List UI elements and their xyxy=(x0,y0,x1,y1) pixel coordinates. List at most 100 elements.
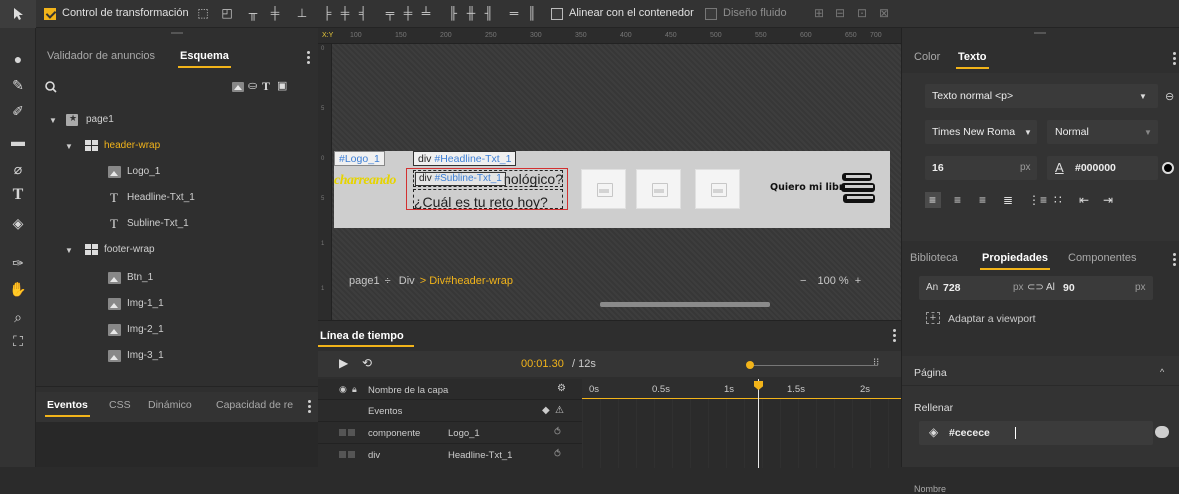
eyedropper-tool-icon[interactable]: ✑ xyxy=(9,254,27,272)
properties-menu-icon[interactable] xyxy=(1173,253,1176,266)
text-align-center-icon[interactable]: ≡ xyxy=(954,193,961,207)
align-bottom-icon[interactable]: ⊥ xyxy=(295,6,309,20)
fit-viewport-icon[interactable]: + xyxy=(926,312,940,324)
height-value[interactable]: 90 xyxy=(1063,282,1075,294)
pen-tool-icon[interactable]: ✎ xyxy=(9,76,27,94)
breadcrumb-item-header-wrap[interactable]: Div#header-wrap xyxy=(429,275,513,287)
fluid-option-2-icon[interactable]: ⊟ xyxy=(833,6,847,20)
layer-row-btn[interactable]: Btn_1 xyxy=(36,267,318,291)
distribute-middle-icon[interactable]: ╪ xyxy=(401,6,415,20)
align-right-icon[interactable]: ╡ xyxy=(356,6,370,20)
add-keyframe-icon[interactable]: ◆ xyxy=(542,405,550,416)
outdent-icon[interactable]: ⇤ xyxy=(1079,193,1089,207)
distribute-left-icon[interactable]: ╟ xyxy=(446,6,460,20)
filter-text-icon[interactable]: T xyxy=(262,79,270,94)
font-family-select[interactable]: Times New Roma ▼ xyxy=(925,120,1037,144)
layer-row-img3[interactable]: Img-3_1 xyxy=(36,345,318,369)
loop-icon[interactable]: ⟲ xyxy=(362,356,372,370)
tab-events[interactable]: Eventos xyxy=(45,399,90,417)
paragraph-style-select[interactable]: Texto normal <p> ▼ xyxy=(925,84,1158,108)
breadcrumb-item-div[interactable]: Div xyxy=(399,275,415,287)
image-placeholder-3[interactable] xyxy=(695,169,740,209)
brush-tool-icon[interactable]: ✐ xyxy=(9,102,27,120)
row-visibility-toggle[interactable] xyxy=(339,429,346,436)
link-styles-icon[interactable]: ⊖ xyxy=(1165,90,1174,103)
text-justify-icon[interactable]: ≣ xyxy=(1003,193,1013,207)
layer-row-logo[interactable]: Logo_1 xyxy=(36,161,318,185)
bottom-tabs-menu-icon[interactable] xyxy=(308,400,311,413)
timeline-options-icon[interactable]: ⁝⁝ xyxy=(873,357,879,368)
align-container-checkbox[interactable] xyxy=(551,8,563,20)
collapse-arrow-icon[interactable]: ▼ xyxy=(65,246,73,255)
timeline-tracks[interactable]: 0s 0.5s 1s 1.5s 2s xyxy=(582,379,901,468)
horizontal-scrollbar[interactable] xyxy=(600,302,770,307)
spacing-horizontal-icon[interactable]: ═ xyxy=(507,6,521,20)
zoom-tool-icon[interactable]: ⌕ xyxy=(9,308,27,326)
layer-row-subline[interactable]: T Subline-Txt_1 xyxy=(36,213,318,237)
tab-components[interactable]: Componentes xyxy=(1068,252,1137,264)
breadcrumb-page[interactable]: page1 xyxy=(349,275,380,287)
layer-row-header-wrap[interactable]: ▼ header-wrap xyxy=(36,135,318,159)
fluid-option-3-icon[interactable]: ⊡ xyxy=(855,6,869,20)
zoom-in-button[interactable]: + xyxy=(855,275,861,287)
paint-bucket-tool-icon[interactable]: ◈ xyxy=(9,214,27,232)
search-icon[interactable] xyxy=(45,81,57,93)
indent-icon[interactable]: ⇥ xyxy=(1103,193,1113,207)
subline-tag[interactable]: div #Subline-Txt_1 xyxy=(415,172,506,186)
text-align-left-icon[interactable]: ≡ xyxy=(929,193,936,207)
distribute-center-icon[interactable]: ╫ xyxy=(464,6,478,20)
zoom-out-button[interactable]: − xyxy=(800,275,806,287)
distribute-right-icon[interactable]: ╢ xyxy=(482,6,496,20)
logo-tag[interactable]: #Logo_1 xyxy=(334,151,385,166)
link-dimensions-icon[interactable]: ⊂⊃ xyxy=(1027,282,1044,293)
zoom-slider-track[interactable] xyxy=(750,365,878,366)
align-left-icon[interactable]: ╞ xyxy=(320,6,334,20)
text-align-right-icon[interactable]: ≡ xyxy=(979,193,986,207)
tab-css[interactable]: CSS xyxy=(109,399,131,411)
transform-mode-1-icon[interactable]: ⬚ xyxy=(196,6,210,20)
layers-menu-icon[interactable] xyxy=(307,51,310,64)
text-color-swatch[interactable] xyxy=(1162,162,1174,174)
shape-tool-icon[interactable]: ● xyxy=(9,50,27,68)
hand-tool-icon[interactable]: ✋ xyxy=(9,280,27,298)
distribute-top-icon[interactable]: ╤ xyxy=(383,6,397,20)
font-size-field[interactable]: 16 px xyxy=(925,156,1037,180)
settings-gear-icon[interactable]: ⚙ xyxy=(557,383,566,394)
panel-grip[interactable] xyxy=(1034,32,1046,34)
tab-outline[interactable]: Esquema xyxy=(178,50,231,68)
fit-viewport-label[interactable]: Adaptar a viewport xyxy=(948,313,1036,325)
layer-row-headline[interactable]: T Headline-Txt_1 xyxy=(36,187,318,211)
distribute-bottom-icon[interactable]: ╧ xyxy=(419,6,433,20)
fill-field[interactable]: ◈ #cecece xyxy=(919,421,1153,445)
tab-responsive[interactable]: Capacidad de re xyxy=(216,399,293,411)
visibility-icon[interactable]: ◉ xyxy=(339,384,347,395)
filter-images-icon[interactable] xyxy=(232,82,244,92)
fluid-option-4-icon[interactable]: ⊠ xyxy=(877,6,891,20)
link-icon[interactable]: ⥀ xyxy=(554,449,561,460)
filter-containers-icon[interactable]: ▣ xyxy=(277,79,287,92)
collapse-arrow-icon[interactable]: ▼ xyxy=(49,116,57,125)
playhead-line[interactable] xyxy=(758,379,759,468)
align-top-icon[interactable]: ╥ xyxy=(246,6,260,20)
font-weight-select[interactable]: Normal ▼ xyxy=(1047,120,1158,144)
ordered-list-icon[interactable]: ⋮≡ xyxy=(1028,193,1047,207)
headline-tag[interactable]: div #Headline-Txt_1 xyxy=(413,151,517,166)
unordered-list-icon[interactable]: ∷ xyxy=(1054,193,1062,207)
fit-screen-tool-icon[interactable]: ⛶ xyxy=(9,332,27,350)
ellipse-tool-icon[interactable]: ⌀ xyxy=(9,160,27,178)
chevron-up-icon[interactable]: ^ xyxy=(1160,367,1164,377)
layer-row-footer-wrap[interactable]: ▼ footer-wrap xyxy=(36,239,318,263)
text-tool-icon[interactable]: T xyxy=(9,186,27,204)
transform-control-checkbox[interactable] xyxy=(44,8,56,20)
fluid-design-checkbox[interactable] xyxy=(705,8,717,20)
link-icon[interactable]: ⥀ xyxy=(554,427,561,438)
tab-text[interactable]: Texto xyxy=(956,51,989,69)
rectangle-tool-icon[interactable]: ▬ xyxy=(9,132,27,150)
align-center-icon[interactable]: ╪ xyxy=(338,6,352,20)
spacing-vertical-icon[interactable]: ║ xyxy=(525,6,539,20)
filter-groups-icon[interactable]: ⛀ xyxy=(248,79,257,92)
fill-color-swatch[interactable] xyxy=(1155,426,1169,438)
lock-icon[interactable]: 🔒︎ xyxy=(352,384,357,395)
text-color-field[interactable]: A #000000 xyxy=(1047,156,1158,180)
tab-dynamic[interactable]: Dinámico xyxy=(148,399,192,411)
